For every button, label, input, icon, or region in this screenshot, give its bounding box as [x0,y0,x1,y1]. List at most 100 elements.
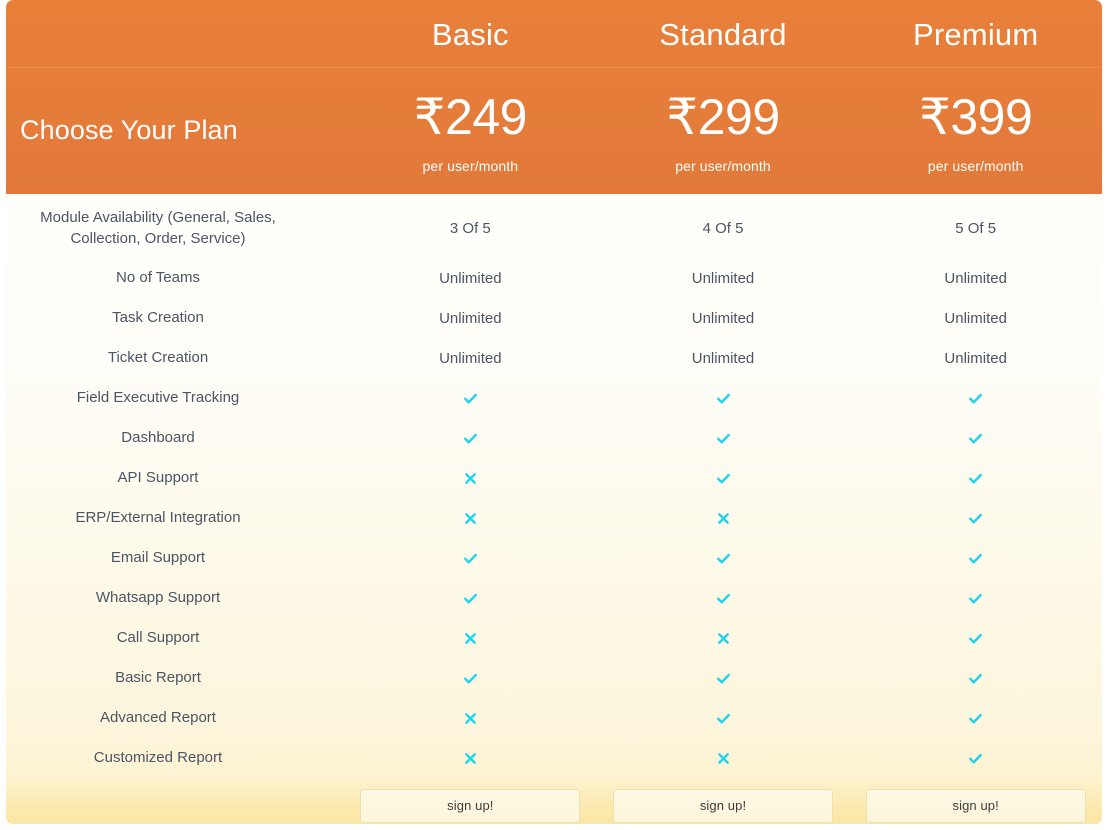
feature-value-standard: Unlimited [691,309,755,327]
table-row: Dashboard [6,418,1102,458]
cross-icon [463,711,478,726]
feature-label: ERP/External Integration [75,509,241,527]
table-row: Module Availability (General, Sales, Col… [6,198,1102,258]
plan-period-standard: per user/month [675,158,771,174]
plan-price-standard: ₹299 [666,89,780,145]
feature-cross-icon-basic [344,471,597,486]
feature-label: Dashboard [121,429,195,447]
footer-cell-basic: sign up! [344,789,597,823]
feature-value-premium: 5 Of 5 [955,219,997,237]
plan-price-basic: ₹249 [413,89,528,145]
feature-check-icon-premium [849,671,1102,686]
feature-label: Task Creation [112,309,204,327]
plan-name-standard: Standard [659,16,787,52]
plan-period-premium: per user/month [927,158,1024,174]
price-column-basic: ₹249 per user/month [344,68,597,194]
table-row: Ticket Creation Unlimited Unlimited Unlimit… [6,338,1102,378]
check-icon [716,551,731,566]
plan-name-basic: Basic [431,16,509,52]
feature-comparison-body: Module Availability (General, Sales, Col… [6,194,1102,778]
feature-check-icon-premium [849,391,1102,406]
table-row: Advanced Report [6,698,1102,738]
signup-button-standard[interactable]: sign up! [613,789,833,823]
feature-label: Field Executive Tracking [76,389,240,407]
feature-check-icon-basic [344,551,597,566]
table-row: API Support [6,458,1102,498]
feature-cross-icon-basic [344,631,597,646]
feature-check-icon-premium [849,511,1102,526]
check-icon [968,551,983,566]
feature-label: Basic Report [115,669,201,687]
plan-column-standard: Standard [597,19,850,50]
feature-value-basic: Unlimited [439,309,502,327]
cross-icon [463,631,478,646]
check-icon [716,391,731,406]
plan-price-premium: ₹399 [919,89,1033,145]
cross-icon [716,751,731,766]
footer-cell-standard: sign up! [597,789,850,823]
plan-column-premium: Premium [849,19,1102,50]
feature-check-icon-basic [344,391,597,406]
check-icon [463,591,478,606]
plan-price-row: Choose Your Plan ₹249 per user/month ₹29… [6,68,1102,194]
feature-value-premium: Unlimited [944,349,1007,367]
feature-check-icon-premium [849,711,1102,726]
cross-icon [716,511,731,526]
feature-label: Customized Report [93,749,223,767]
feature-cross-icon-basic [344,511,597,526]
check-icon [716,711,731,726]
table-row: Customized Report [6,738,1102,778]
signup-button-basic[interactable]: sign up! [360,789,581,823]
page-title: Choose Your Plan [20,115,238,146]
feature-check-icon-basic [344,431,597,446]
feature-check-icon-standard [597,671,850,686]
feature-check-icon-standard [597,391,850,406]
feature-value-basic: Unlimited [439,349,502,367]
feature-value-standard: 4 Of 5 [702,219,744,237]
feature-value-basic: 3 Of 5 [449,219,491,237]
plan-name-premium: Premium [912,16,1039,52]
table-row: ERP/External Integration [6,498,1102,538]
feature-label: Email Support [110,549,206,567]
check-icon [968,751,983,766]
signup-button-premium[interactable]: sign up! [865,789,1086,823]
choose-plan-title-cell: Choose Your Plan [6,68,344,194]
check-icon [463,391,478,406]
feature-label: Whatsapp Support [95,589,221,607]
feature-check-icon-premium [849,631,1102,646]
check-icon [463,431,478,446]
check-icon [716,671,731,686]
feature-label: API Support [117,469,199,487]
table-row: Field Executive Tracking [6,378,1102,418]
feature-cross-icon-standard [597,751,850,766]
feature-cross-icon-basic [344,711,597,726]
feature-check-icon-standard [597,551,850,566]
feature-check-icon-premium [849,431,1102,446]
pricing-footer: sign up! sign up! sign up! [6,778,1102,824]
feature-value-premium: Unlimited [944,309,1007,327]
check-icon [968,391,983,406]
feature-cross-icon-standard [597,631,850,646]
feature-check-icon-basic [344,591,597,606]
plan-name-row: Basic Standard Premium [6,0,1102,68]
table-row: Basic Report [6,658,1102,698]
feature-label: No of Teams [116,269,200,287]
check-icon [968,511,983,526]
feature-value-standard: Unlimited [691,349,755,367]
feature-check-icon-premium [849,591,1102,606]
pricing-header: Basic Standard Premium Choose Your Plan … [6,0,1102,194]
table-row: Call Support [6,618,1102,658]
feature-check-icon-standard [597,591,850,606]
plan-period-basic: per user/month [422,158,519,174]
check-icon [463,671,478,686]
cross-icon [463,751,478,766]
cross-icon [463,471,478,486]
feature-check-icon-standard [597,711,850,726]
feature-cross-icon-basic [344,751,597,766]
check-icon [968,671,983,686]
feature-check-icon-premium [849,471,1102,486]
feature-value-standard: Unlimited [691,269,755,287]
table-row: Task Creation Unlimited Unlimited Unlimited [6,298,1102,338]
feature-label: Ticket Creation [107,349,209,367]
pricing-table: Basic Standard Premium Choose Your Plan … [6,0,1102,824]
